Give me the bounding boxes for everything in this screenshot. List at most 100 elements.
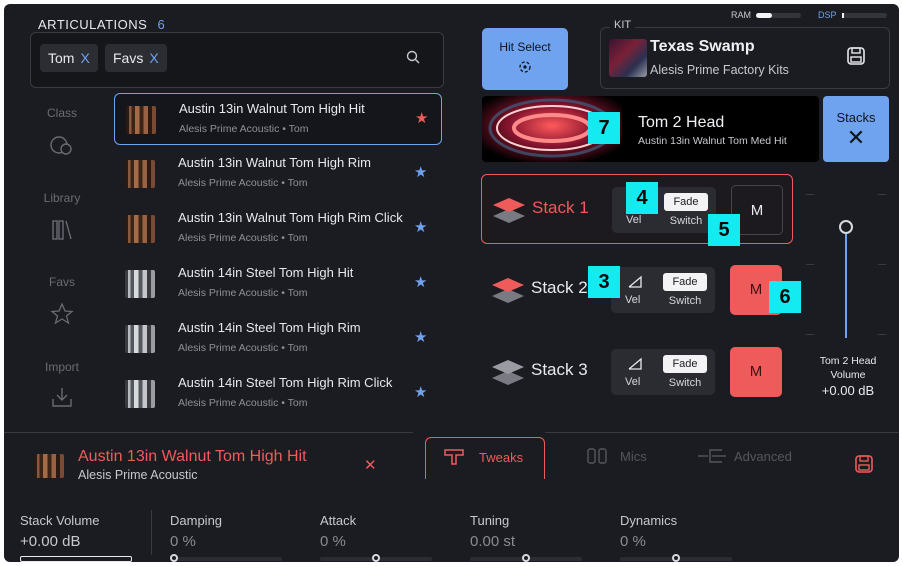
advanced-icon [698,449,726,463]
tab-advanced[interactable]: Advanced [694,437,834,479]
list-item-subtitle: Alesis Prime Acoustic • Tom [178,342,308,354]
param-divider [151,510,152,555]
volume-slider-knob[interactable] [839,220,853,234]
param-knob[interactable] [372,554,380,562]
vel-label: Vel [626,214,642,226]
annotation-badge: 5 [708,214,740,246]
drum-thumbnail [126,106,156,134]
list-item[interactable]: Austin 14in Steel Tom High Rim Alesis Pr… [114,313,442,365]
param-slider[interactable] [20,556,132,562]
switch-option[interactable]: Switch [663,293,707,309]
param-stack-volume[interactable]: Stack Volume +0.00 dB [20,513,160,562]
list-item-title: Austin 13in Walnut Tom High Hit [179,101,365,116]
target-icon [519,61,531,73]
annotation-badge: 6 [769,281,801,313]
param-value: +0.00 dB [20,533,81,550]
articulations-count: 6 [157,17,166,32]
favorite-star-icon[interactable]: ★ [414,218,427,236]
hit-select-label: Hit Select [499,40,551,54]
list-item[interactable]: Austin 13in Walnut Tom High Rim Alesis P… [114,148,442,200]
close-icon: ✕ [846,125,866,150]
save-tweaks-icon[interactable] [854,454,874,474]
param-knob[interactable] [672,554,680,562]
param-slider[interactable] [170,557,282,561]
list-item[interactable]: Austin 13in Walnut Tom High Rim Click Al… [114,203,442,255]
favorite-star-icon[interactable]: ★ [414,273,427,291]
dsp-meter [842,13,887,18]
list-item-subtitle: Alesis Prime Acoustic • Tom [178,287,308,299]
nav-favs[interactable]: Favs [34,275,90,289]
favorite-star-icon[interactable]: ★ [414,163,427,181]
velocity-mode-control[interactable]: Fade Switch Vel [611,267,715,313]
list-item-subtitle: Alesis Prime Acoustic • Tom [179,123,309,135]
hit-select-button[interactable]: Hit Select [482,28,568,90]
search-icon[interactable] [406,50,420,64]
favorite-star-icon[interactable]: ★ [415,109,428,127]
fade-option[interactable]: Fade [664,193,708,211]
head-subtitle: Austin 13in Walnut Tom Med Hit [638,135,787,147]
list-item[interactable]: Austin 13in Walnut Tom High Hit Alesis P… [114,93,442,145]
tab-label: Tweaks [479,450,524,465]
favorite-star-icon[interactable]: ★ [414,328,427,346]
stack-row-2[interactable]: Stack 2 Fade Switch Vel M [481,255,793,325]
dsp-label: DSP [818,10,837,20]
param-label: Dynamics [620,513,678,528]
vel-label: Vel [625,376,641,388]
head-title: Tom 2 Head [638,114,725,131]
list-item-subtitle: Alesis Prime Acoustic • Tom [178,232,308,244]
tweaks-icon [444,449,464,465]
param-knob[interactable] [522,554,530,562]
switch-option[interactable]: Switch [663,375,707,391]
param-damping[interactable]: Damping 0 % [170,513,310,562]
kit-name: Texas Swamp [650,38,755,55]
library-icon[interactable] [48,218,76,242]
list-item-title: Austin 14in Steel Tom High Rim [178,320,361,335]
switch-option[interactable]: Switch [664,213,708,229]
param-label: Attack [320,513,357,528]
param-knob[interactable] [170,554,178,562]
save-icon[interactable] [846,46,866,66]
filter-chip-favs[interactable]: Favs X [105,44,167,72]
param-dynamics[interactable]: Dynamics 0 % [620,513,760,562]
nav-library[interactable]: Library [34,191,90,205]
param-label: Tuning [470,513,510,528]
filter-chip-tom[interactable]: Tom X [40,44,98,72]
clear-selection-icon[interactable]: ✕ [364,456,377,474]
fade-option[interactable]: Fade [663,355,707,373]
list-item-title: Austin 14in Steel Tom High Rim Click [178,375,393,390]
volume-label: Tom 2 Head [819,355,877,367]
volume-label: Volume [830,369,866,381]
import-icon[interactable] [48,386,76,410]
nav-class[interactable]: Class [34,106,90,120]
volume-value: +0.00 dB [821,383,875,398]
list-item-subtitle: Alesis Prime Acoustic • Tom [178,177,308,189]
velocity-curve-icon [628,357,642,370]
stacks-button[interactable]: Stacks ✕ [823,96,889,162]
mute-button[interactable]: M [730,347,782,397]
stack-name: Stack 2 [531,278,588,297]
filter-chip-label: Tom [48,50,75,66]
class-icon[interactable] [48,134,76,158]
favorite-star-icon[interactable]: ★ [414,383,427,401]
list-item-title: Austin 14in Steel Tom High Hit [178,265,354,280]
remove-filter-icon[interactable]: X [80,50,89,66]
tab-mics[interactable]: Mics [576,437,696,479]
velocity-mode-control[interactable]: Fade Switch Vel [611,349,715,395]
param-attack[interactable]: Attack 0 % [320,513,460,562]
tab-tweaks[interactable]: Tweaks [425,437,545,479]
stack-row-3[interactable]: Stack 3 Fade Switch Vel M [481,337,793,407]
list-item[interactable]: Austin 14in Steel Tom High Rim Click Ale… [114,368,442,420]
list-item-title: Austin 13in Walnut Tom High Rim Click [178,210,403,225]
param-value: 0 % [620,533,646,550]
stacks-button-label: Stacks [836,110,876,125]
annotation-badge: 7 [588,112,620,144]
fade-option[interactable]: Fade [663,273,707,291]
star-outline-icon[interactable] [48,302,76,326]
param-tuning[interactable]: Tuning 0.00 st [470,513,610,562]
volume-readout: Tom 2 Head Volume +0.00 dB [807,354,889,398]
nav-import[interactable]: Import [34,360,90,374]
list-item[interactable]: Austin 14in Steel Tom High Hit Alesis Pr… [114,258,442,310]
remove-filter-icon[interactable]: X [149,50,158,66]
param-value: 0 % [170,533,196,550]
kit-subtitle: Alesis Prime Factory Kits [650,63,789,77]
